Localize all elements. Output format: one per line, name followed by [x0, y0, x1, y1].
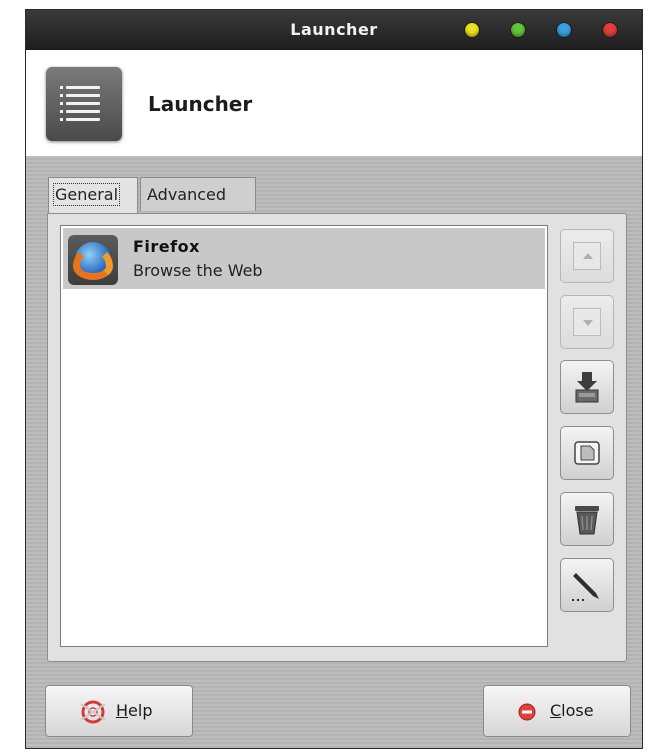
arrow-up-icon: [573, 242, 601, 270]
close-circle-icon: [518, 703, 536, 721]
help-button[interactable]: Help: [45, 685, 193, 737]
close-mnemonic: C: [550, 701, 562, 720]
close-label: lose: [561, 701, 594, 720]
move-down-button[interactable]: [560, 295, 614, 349]
help-lifebuoy-icon: [80, 700, 106, 724]
document-icon: [574, 441, 600, 465]
list-item[interactable]: Firefox Browse the Web: [63, 228, 545, 289]
arrow-down-icon: [573, 308, 601, 336]
close-window-button[interactable]: [603, 23, 617, 37]
launcher-items-list[interactable]: Firefox Browse the Web: [60, 225, 548, 647]
header-title: Launcher: [148, 92, 253, 116]
edit-item-button[interactable]: [560, 558, 614, 612]
help-mnemonic: H: [116, 701, 129, 720]
window-title: Launcher: [290, 20, 378, 39]
dialog-header: Launcher: [26, 50, 642, 156]
help-label: elp: [128, 701, 153, 720]
restore-button[interactable]: [557, 23, 571, 37]
launcher-window: Launcher Launcher General Advanced Firef…: [25, 9, 643, 749]
minimize-button[interactable]: [465, 23, 479, 37]
new-item-button[interactable]: [560, 426, 614, 480]
firefox-icon: [68, 235, 118, 285]
trash-icon: [575, 506, 599, 535]
tab-advanced-label: Advanced: [147, 185, 227, 204]
pencil-icon: [572, 573, 599, 601]
close-button[interactable]: Close: [483, 685, 631, 737]
title-bar[interactable]: Launcher: [26, 10, 642, 50]
remove-item-button[interactable]: [560, 492, 614, 546]
download-tray-icon: [575, 372, 599, 403]
tab-general[interactable]: General: [48, 177, 138, 213]
maximize-button[interactable]: [511, 23, 525, 37]
general-tab-panel: Firefox Browse the Web: [47, 213, 627, 662]
move-up-button[interactable]: [560, 229, 614, 283]
tab-advanced[interactable]: Advanced: [140, 177, 256, 211]
item-description: Browse the Web: [133, 261, 263, 280]
item-name: Firefox: [133, 237, 200, 256]
tab-general-label: General: [52, 183, 121, 206]
list-icon: [46, 67, 122, 141]
add-from-menu-button[interactable]: [560, 360, 614, 414]
